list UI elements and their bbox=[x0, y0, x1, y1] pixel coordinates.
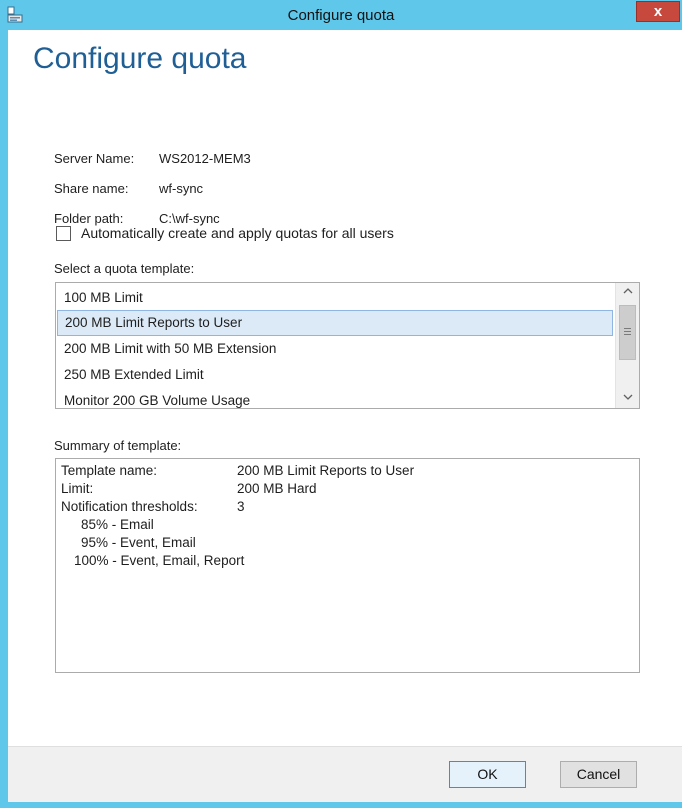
summary-section-label: Summary of template: bbox=[54, 438, 182, 453]
server-name-value: WS2012-MEM3 bbox=[159, 151, 251, 166]
auto-quota-checkbox[interactable] bbox=[56, 226, 71, 241]
threshold-line: 95% - Event, Email bbox=[81, 535, 196, 550]
limit-key: Limit: bbox=[61, 481, 94, 496]
configure-quota-window: Configure quota x Configure quota Server… bbox=[0, 0, 682, 808]
window-title: Configure quota bbox=[287, 7, 395, 24]
close-button[interactable]: x bbox=[636, 1, 680, 22]
folder-path-label: Folder path: bbox=[54, 211, 124, 226]
title-bar[interactable]: Configure quota x bbox=[0, 0, 682, 30]
cancel-button[interactable]: Cancel bbox=[560, 761, 637, 788]
template-section-label: Select a quota template: bbox=[54, 261, 195, 276]
threshold-line: 85% - Email bbox=[81, 517, 154, 532]
auto-quota-label[interactable]: Automatically create and apply quotas fo… bbox=[81, 225, 394, 241]
scroll-thumb[interactable] bbox=[619, 305, 636, 360]
scroll-down-icon[interactable] bbox=[616, 390, 639, 407]
limit-value: 200 MB Hard bbox=[237, 481, 317, 496]
list-item-selected[interactable]: 200 MB Limit Reports to User bbox=[57, 310, 613, 336]
template-summary-box: Template name: 200 MB Limit Reports to U… bbox=[55, 458, 640, 673]
template-name-value: 200 MB Limit Reports to User bbox=[237, 463, 415, 478]
grip-icon bbox=[624, 334, 631, 335]
share-name-label: Share name: bbox=[54, 181, 129, 196]
list-item[interactable]: 100 MB Limit bbox=[57, 285, 613, 311]
list-item[interactable]: 200 MB Limit with 50 MB Extension bbox=[57, 336, 613, 362]
list-scrollbar[interactable] bbox=[615, 283, 639, 408]
thresholds-value: 3 bbox=[237, 499, 245, 514]
thresholds-key: Notification thresholds: bbox=[61, 499, 198, 514]
page-title: Configure quota bbox=[33, 42, 247, 75]
scroll-up-icon[interactable] bbox=[616, 284, 639, 301]
share-name-value: wf-sync bbox=[159, 181, 204, 196]
folder-path-value: C:\wf-sync bbox=[159, 211, 220, 226]
template-name-key: Template name: bbox=[61, 463, 158, 478]
threshold-line: 100% - Event, Email, Report bbox=[74, 553, 245, 568]
ok-button[interactable]: OK bbox=[449, 761, 526, 788]
quota-template-list[interactable]: 100 MB Limit 200 MB Limit Reports to Use… bbox=[55, 282, 640, 409]
grip-icon bbox=[624, 331, 631, 332]
list-item[interactable]: Monitor 200 GB Volume Usage bbox=[57, 388, 613, 408]
button-bar: OK Cancel bbox=[8, 746, 682, 802]
server-name-label: Server Name: bbox=[54, 151, 135, 166]
list-item[interactable]: 250 MB Extended Limit bbox=[57, 362, 613, 388]
grip-icon bbox=[624, 328, 631, 329]
